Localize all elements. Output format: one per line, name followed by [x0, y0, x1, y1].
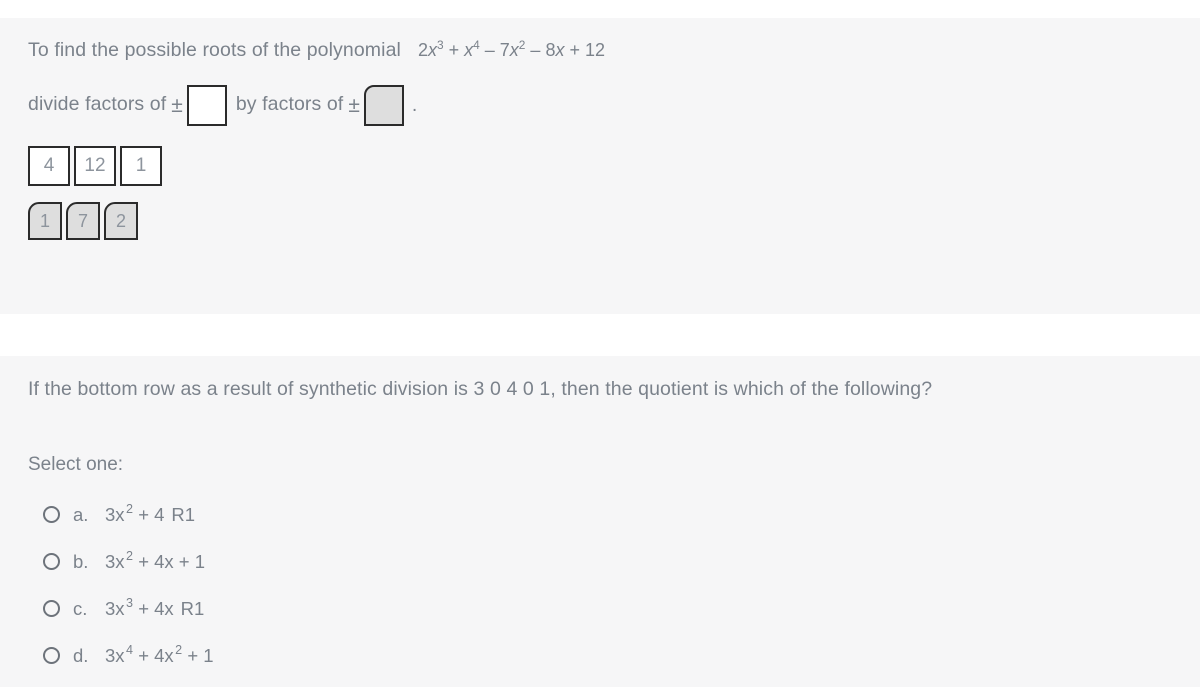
- dropzone-numerator[interactable]: [186, 84, 227, 126]
- option-letter-d: d.: [73, 644, 89, 666]
- poly-term1-exponent: 3: [436, 38, 444, 52]
- plus-minus-symbol-2: ±: [348, 94, 360, 117]
- poly-term4-coef: 8: [545, 40, 556, 60]
- radio-button-a[interactable]: [43, 506, 60, 523]
- top-spacer: [0, 0, 1200, 18]
- option-c-exponent: 3: [126, 596, 134, 611]
- option-c-rest: + 4x: [138, 597, 174, 619]
- option-d-exponent-2: 2: [175, 643, 183, 658]
- option-a-rest: + 4: [138, 503, 165, 525]
- question-1-prompt-part-3: by factors of: [235, 93, 344, 116]
- question-2-panel: If the bottom row as a result of synthet…: [0, 356, 1200, 687]
- option-expression-c: 3x 3 + 4x R1: [105, 596, 205, 620]
- draggable-token[interactable]: 7: [66, 202, 100, 240]
- question-2-prompt: If the bottom row as a result of synthet…: [28, 378, 933, 400]
- question-1-line-1: To find the possible roots of the polyno…: [28, 38, 1172, 61]
- option-a-remainder: R1: [171, 503, 196, 525]
- option-expression-a: 3x 2 + 4 R1: [105, 502, 196, 526]
- draggable-token[interactable]: 1: [120, 146, 162, 186]
- option-d-exponent: 4: [126, 643, 134, 658]
- draggable-token[interactable]: 4: [28, 146, 70, 186]
- draggable-token[interactable]: 2: [104, 202, 138, 240]
- poly-term3-coef: 7: [499, 40, 510, 60]
- radio-button-c[interactable]: [43, 600, 60, 617]
- option-letter-a: a.: [73, 503, 89, 525]
- poly-term2-exponent: 4: [473, 38, 480, 52]
- answer-options-list: a. 3x 2 + 4 R1 b. 3x 2 + 4x + 1 c. 3x 3 + 4x…: [28, 491, 1172, 679]
- draggable-token[interactable]: 12: [74, 146, 116, 186]
- option-letter-c: c.: [73, 597, 88, 619]
- option-a-exponent: 2: [126, 502, 134, 517]
- poly-op4: +: [569, 40, 580, 60]
- option-d-rest-2: + 1: [187, 644, 214, 666]
- radio-button-b[interactable]: [43, 553, 60, 570]
- poly-term2-var: x: [464, 40, 474, 60]
- answer-option-d[interactable]: d. 3x 4 + 4x 2 + 1: [28, 632, 1172, 679]
- select-one-label: Select one:: [28, 454, 124, 475]
- option-d-rest: + 4x: [138, 644, 174, 666]
- option-a-coef: 3x: [105, 503, 125, 525]
- poly-op3: –: [530, 40, 541, 60]
- question-1-prompt-part-1: To find the possible roots of the polyno…: [28, 39, 401, 61]
- draggable-row-numerators: 4 12 1: [28, 146, 1172, 186]
- option-b-coef: 3x: [105, 550, 125, 572]
- option-letter-b: b.: [73, 550, 89, 572]
- answer-option-c[interactable]: c. 3x 3 + 4x R1: [28, 585, 1172, 632]
- plus-minus-symbol-1: ±: [171, 94, 183, 117]
- poly-term1-var: x: [427, 40, 437, 60]
- poly-constant: 12: [585, 40, 606, 60]
- option-c-remainder: R1: [180, 597, 205, 619]
- poly-term3-exponent: 2: [518, 38, 526, 52]
- draggable-row-denominators: 1 7 2: [28, 202, 1172, 240]
- poly-term4-var: x: [555, 40, 565, 60]
- option-c-coef: 3x: [105, 597, 125, 619]
- draggable-token[interactable]: 1: [28, 202, 62, 240]
- option-b-rest: + 4x + 1: [138, 550, 206, 572]
- answer-option-a[interactable]: a. 3x 2 + 4 R1: [28, 491, 1172, 538]
- question-1-prompt-part-2: divide factors of: [28, 93, 167, 116]
- dropzone-denominator[interactable]: [363, 84, 404, 126]
- panel-separator: [0, 314, 1200, 356]
- option-d-coef: 3x: [105, 644, 125, 666]
- answer-option-b[interactable]: b. 3x 2 + 4x + 1: [28, 538, 1172, 585]
- sentence-period: .: [411, 93, 418, 116]
- poly-op1: +: [448, 40, 460, 60]
- polynomial-expression: 2x3 + x4 – 7x2 – 8x + 12: [417, 38, 606, 61]
- poly-term1-coef: 2: [417, 40, 428, 60]
- radio-button-d[interactable]: [43, 647, 60, 664]
- option-expression-b: 3x 2 + 4x + 1: [105, 549, 206, 573]
- poly-term3-var: x: [509, 40, 519, 60]
- option-b-exponent: 2: [126, 549, 134, 564]
- option-expression-d: 3x 4 + 4x 2 + 1: [105, 643, 214, 667]
- question-1-line-2: divide factors of ± by factors of ± .: [28, 84, 1172, 126]
- poly-op2: –: [484, 40, 495, 60]
- question-1-panel: To find the possible roots of the polyno…: [0, 18, 1200, 314]
